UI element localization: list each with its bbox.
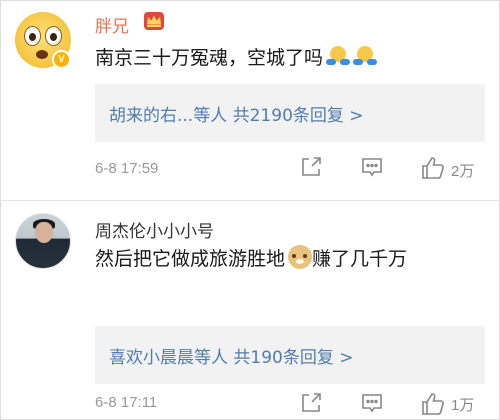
comment-icon[interactable] xyxy=(360,391,384,419)
comment-divider xyxy=(0,200,500,201)
avatar-head xyxy=(35,222,53,243)
verified-badge-icon: V xyxy=(52,50,71,69)
reply-summary-link[interactable]: 胡来的右...等人 共2190条回复 > xyxy=(109,101,364,126)
like-count: 1万 xyxy=(451,397,475,414)
comment-text: 南京三十万冤魂，空城了吗 xyxy=(95,43,485,73)
reply-summary-box[interactable]: 胡来的右...等人 共2190条回复 > xyxy=(95,84,485,142)
hug-emoji-icon xyxy=(326,46,351,68)
user-avatar[interactable] xyxy=(15,213,71,269)
comment-timestamp: 6-8 17:59 xyxy=(95,160,159,177)
comment-icon[interactable] xyxy=(360,155,384,183)
doge-emoji-icon xyxy=(288,245,313,269)
like-count: 2万 xyxy=(451,163,475,180)
reply-summary-box[interactable]: 喜欢小晨晨等人 共190条回复 > xyxy=(95,326,485,384)
comment-text-body: 南京三十万冤魂，空城了吗 xyxy=(95,47,324,69)
avatar-eye-right xyxy=(45,26,62,46)
username[interactable]: 胖兄 xyxy=(95,12,129,37)
avatar-mouth xyxy=(36,50,48,59)
thumbs-up-icon[interactable] xyxy=(420,391,446,420)
comment-text: 然后把它做成旅游胜地 赚了几千万 xyxy=(95,244,485,274)
comment-timestamp: 6-8 17:11 xyxy=(95,394,158,411)
comment-text-tail: 赚了几千万 xyxy=(312,248,408,270)
thumbs-up-icon[interactable] xyxy=(420,155,446,185)
share-icon[interactable] xyxy=(299,155,323,183)
share-icon[interactable] xyxy=(299,391,323,419)
comment-item: V 胖兄 南京三十万冤魂，空城了吗 胡来的右...等人 共2190条回复 > 6… xyxy=(0,0,500,200)
avatar-eye-left xyxy=(24,26,41,46)
username[interactable]: 周杰伦小小小号 xyxy=(95,217,214,242)
crown-icon xyxy=(144,12,164,30)
comment-item: 周杰伦小小小号 然后把它做成旅游胜地 赚了几千万 喜欢小晨晨等人 共190条回复 … xyxy=(0,203,500,420)
reply-summary-link[interactable]: 喜欢小晨晨等人 共190条回复 > xyxy=(109,343,354,368)
hug-emoji-icon xyxy=(353,46,378,68)
comment-text-body: 然后把它做成旅游胜地 xyxy=(95,248,286,270)
